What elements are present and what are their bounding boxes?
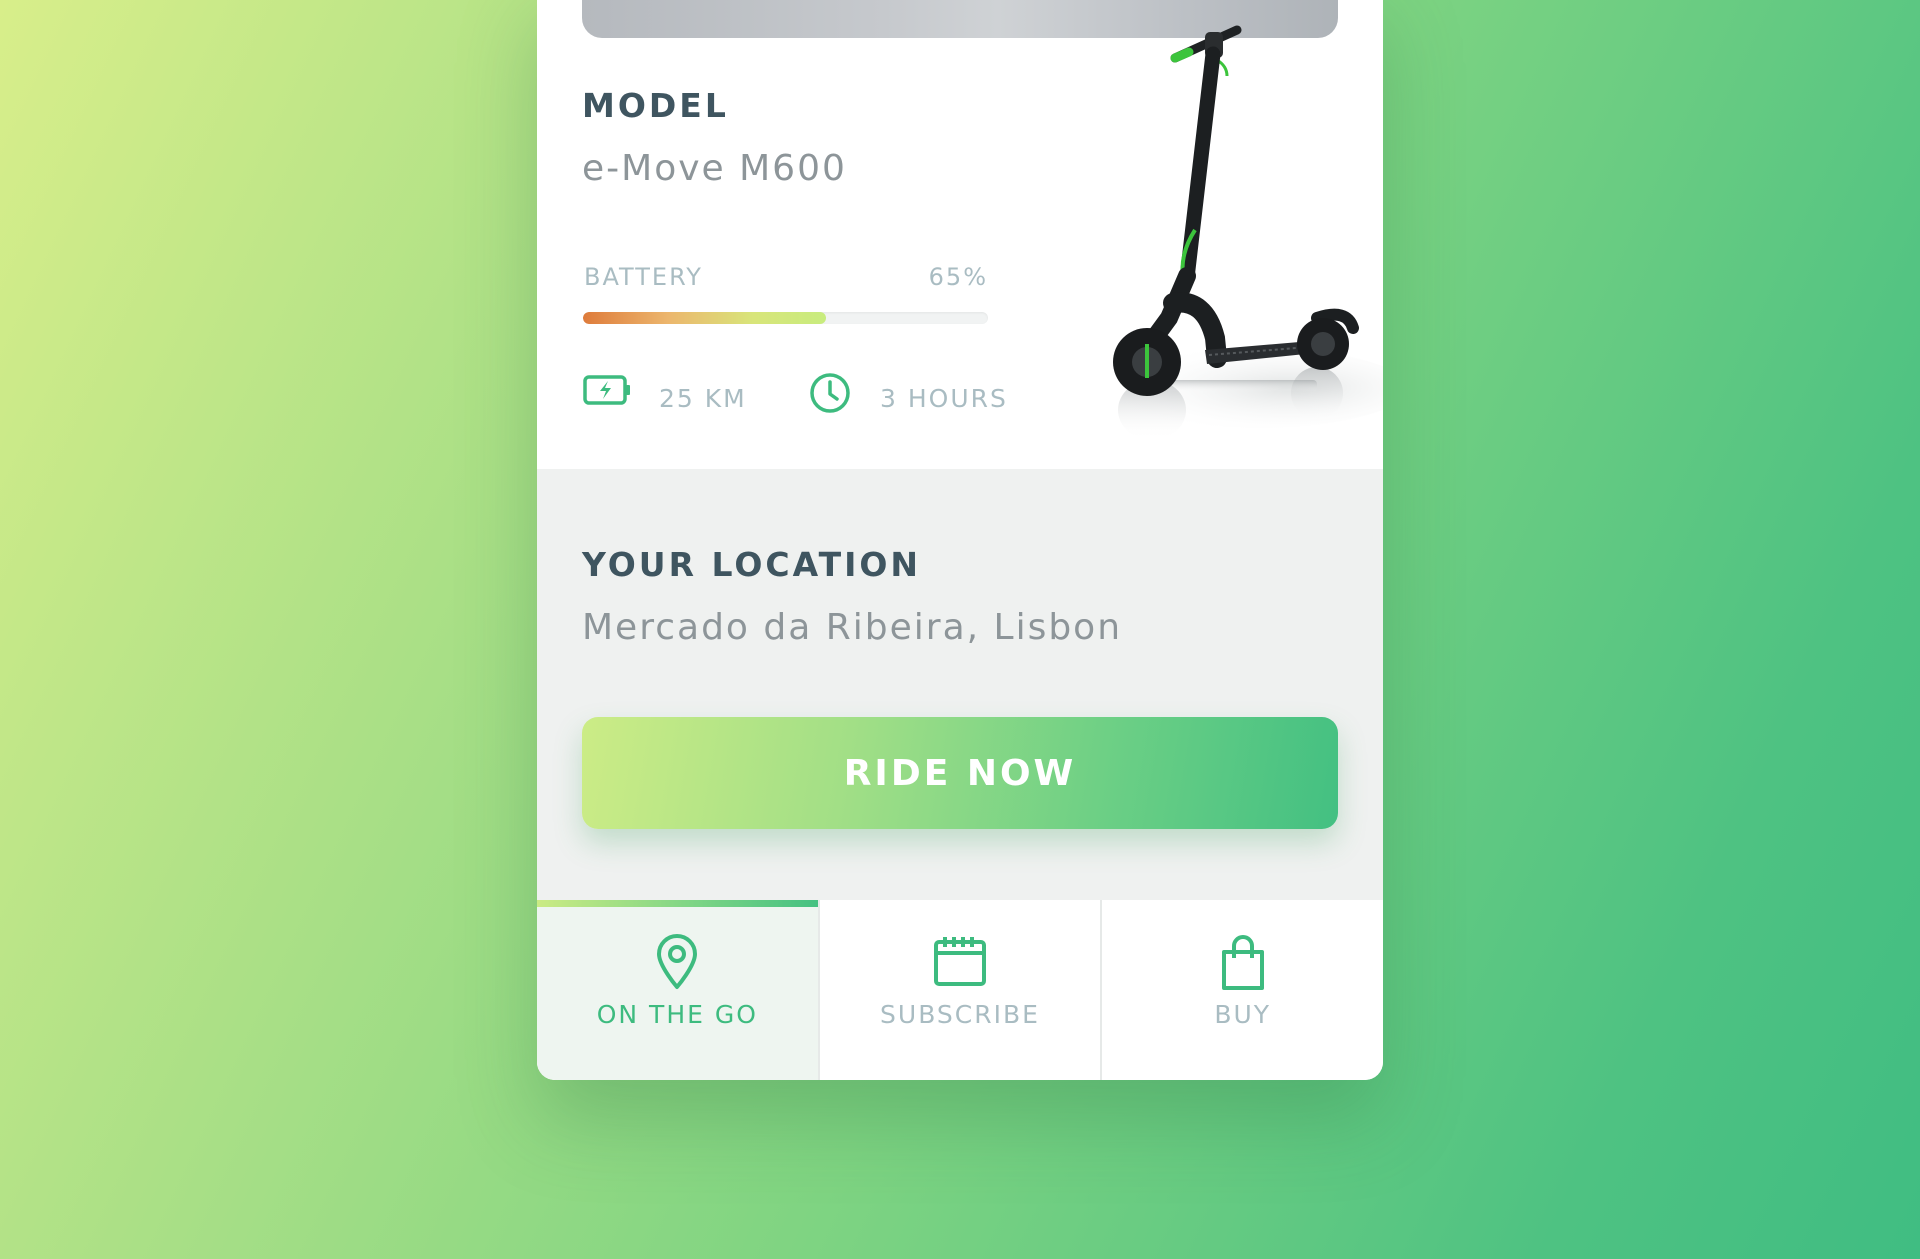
tab-on-the-go[interactable]: ON THE GO <box>537 900 818 1080</box>
calendar-icon <box>933 934 987 992</box>
tab-label-on-the-go: ON THE GO <box>596 1000 758 1029</box>
tab-buy[interactable]: BUY <box>1100 900 1383 1080</box>
map-pin-icon <box>655 934 699 994</box>
duration-value: 3 HOURS <box>880 384 1008 413</box>
clock-icon <box>809 372 851 418</box>
range-value: 25 KM <box>659 384 747 413</box>
ride-now-button[interactable]: RIDE NOW <box>582 717 1338 829</box>
tab-label-buy: BUY <box>1214 1000 1272 1029</box>
battery-label: BATTERY <box>584 263 703 291</box>
active-tab-indicator <box>537 900 818 907</box>
scooter-image <box>1077 18 1383 468</box>
model-heading: MODEL <box>582 86 729 125</box>
tab-label-subscribe: SUBSCRIBE <box>880 1000 1040 1029</box>
location-heading: YOUR LOCATION <box>582 545 922 584</box>
scooter-card: MODEL e-Move M600 BATTERY 65% 25 KM 3 HO… <box>537 0 1383 1080</box>
location-section: YOUR LOCATION Mercado da Ribeira, Lisbon <box>537 469 1383 901</box>
bottom-tab-bar: ON THE GO SUBSCRIBE BUY <box>537 900 1383 1080</box>
shopping-bag-icon <box>1220 934 1266 996</box>
battery-bar-fill <box>583 312 826 324</box>
battery-bar <box>583 312 988 324</box>
tab-subscribe[interactable]: SUBSCRIBE <box>817 900 1101 1080</box>
battery-percent: 65% <box>928 263 988 291</box>
location-value: Mercado da Ribeira, Lisbon <box>582 607 1123 648</box>
model-name: e-Move M600 <box>582 148 847 189</box>
battery-charge-icon <box>583 374 633 410</box>
